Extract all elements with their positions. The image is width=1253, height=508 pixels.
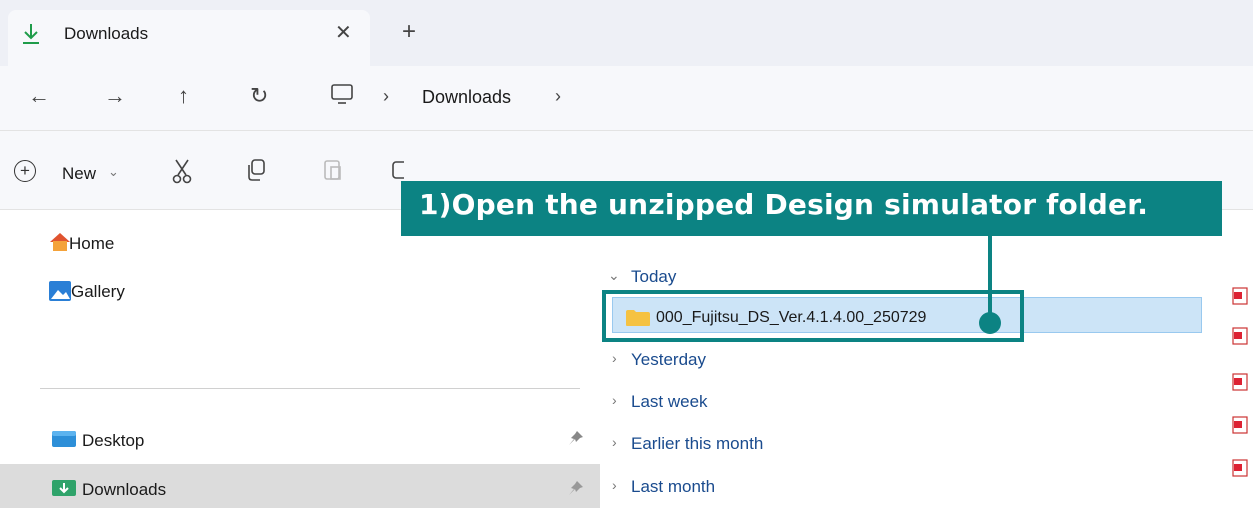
annotation-dot [979, 312, 1001, 334]
pdf-file-icon [1232, 459, 1248, 477]
close-tab-icon[interactable]: ✕ [335, 20, 352, 45]
chevron-down-icon[interactable]: ⌄ [608, 267, 620, 284]
group-header-last-month[interactable]: Last month [631, 477, 715, 497]
sidebar-divider [40, 388, 580, 389]
desktop-folder-icon [52, 430, 76, 448]
annotation-highlight-box [602, 290, 1024, 342]
pdf-file-icon [1232, 287, 1248, 305]
back-arrow-icon[interactable]: ← [28, 83, 50, 109]
tab-title: Downloads [64, 24, 149, 43]
group-header-today[interactable]: Today [631, 267, 676, 287]
copy-icon[interactable] [246, 158, 268, 188]
group-header-last-week[interactable]: Last week [631, 392, 708, 412]
breadcrumb-downloads[interactable]: Downloads [422, 87, 511, 108]
pdf-file-icon [1232, 373, 1248, 391]
breadcrumb-chevron-icon[interactable]: › [555, 86, 561, 107]
this-pc-monitor-icon[interactable] [330, 84, 354, 104]
chevron-right-icon[interactable]: › [612, 350, 617, 366]
refresh-icon[interactable]: ↻ [250, 83, 268, 109]
sidebar-item-desktop[interactable]: Desktop [82, 431, 144, 451]
pin-icon[interactable] [568, 480, 584, 500]
chevron-right-icon[interactable]: › [612, 477, 617, 493]
group-header-yesterday[interactable]: Yesterday [631, 350, 706, 370]
downloads-folder-icon [52, 479, 76, 497]
pin-icon[interactable] [568, 430, 584, 450]
pdf-file-icon [1232, 327, 1248, 345]
new-button[interactable]: New [62, 164, 96, 184]
pdf-file-icon [1232, 416, 1248, 434]
sidebar-item-home[interactable]: Home [69, 234, 114, 254]
sidebar-item-downloads[interactable]: Downloads [82, 480, 166, 500]
tab-downloads[interactable] [8, 10, 370, 66]
breadcrumb-chevron-icon[interactable]: › [383, 86, 389, 107]
chevron-right-icon[interactable]: › [612, 392, 617, 408]
annotation-text: 1)Open the unzipped Design simulator fol… [419, 188, 1149, 221]
forward-arrow-icon[interactable]: → [104, 83, 126, 109]
download-arrow-icon [20, 22, 44, 46]
paste-icon[interactable] [322, 158, 344, 188]
up-arrow-icon[interactable]: ↑ [178, 83, 189, 109]
group-header-earlier-this-month[interactable]: Earlier this month [631, 434, 763, 454]
cut-icon[interactable] [170, 158, 194, 190]
chevron-down-icon[interactable]: ⌄ [108, 164, 119, 180]
gallery-icon [48, 280, 72, 302]
new-tab-icon[interactable]: + [402, 18, 416, 46]
sidebar-item-gallery[interactable]: Gallery [71, 282, 125, 302]
new-plus-icon[interactable]: + [14, 160, 36, 182]
chevron-right-icon[interactable]: › [612, 434, 617, 450]
